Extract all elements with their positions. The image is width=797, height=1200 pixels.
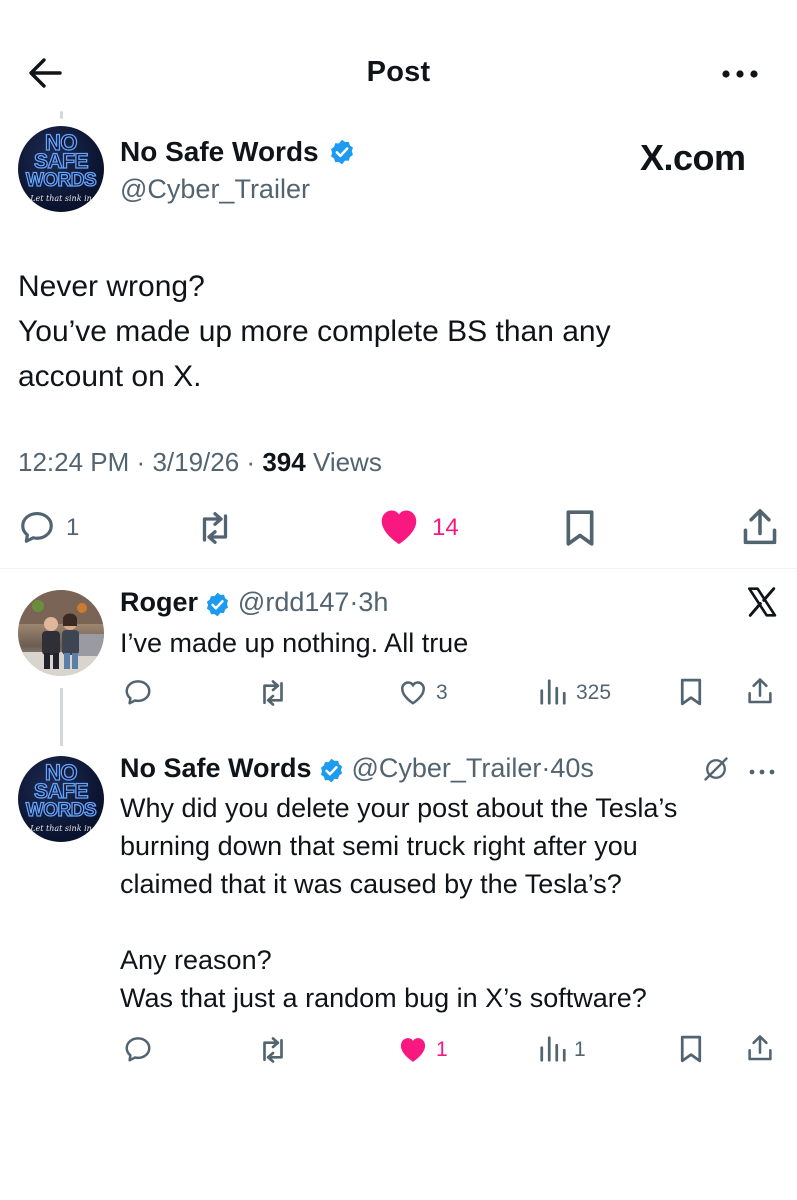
reply-button[interactable] xyxy=(18,508,56,551)
like-count: 1 xyxy=(436,1038,448,1061)
repost-icon xyxy=(263,680,283,706)
like-count: 14 xyxy=(432,514,459,541)
verified-badge-icon xyxy=(207,592,229,617)
bookmark-icon xyxy=(680,678,702,706)
grok-button[interactable] xyxy=(702,755,730,788)
display-name[interactable]: No Safe Words xyxy=(120,753,312,783)
share-button[interactable] xyxy=(746,676,774,711)
avatar-photo xyxy=(18,590,104,676)
like-button[interactable] xyxy=(377,506,421,551)
reply-text-line xyxy=(120,903,780,941)
thread-connector-top xyxy=(60,111,63,119)
views-label: Views xyxy=(312,447,382,477)
x-logo-icon xyxy=(746,585,778,624)
views-count: 1 xyxy=(574,1038,586,1061)
share-icon xyxy=(748,1035,772,1061)
post-text-line: Never wrong? xyxy=(18,270,205,303)
heart-outline-icon xyxy=(400,681,426,705)
reply-icon xyxy=(125,680,151,705)
bookmark-button[interactable] xyxy=(678,677,704,712)
reply-count: 1 xyxy=(66,514,80,541)
bookmark-icon xyxy=(680,1035,702,1063)
post-time[interactable]: 3h xyxy=(358,587,388,617)
repost-button[interactable] xyxy=(194,510,236,551)
avatar-logo-text: WORDS xyxy=(25,799,97,821)
more-button[interactable] xyxy=(720,66,760,82)
thread-connector xyxy=(60,688,63,746)
verified-badge-icon xyxy=(320,758,343,783)
author-handle[interactable]: @Cyber_Trailer xyxy=(351,753,541,783)
share-icon xyxy=(748,678,772,704)
author-handle[interactable]: @Cyber_Trailer xyxy=(120,174,310,205)
avatar[interactable]: NO SAFE WORDS Let that sink in xyxy=(18,756,104,842)
display-name[interactable]: No Safe Words xyxy=(120,136,319,167)
reply-icon xyxy=(125,1037,151,1062)
avatar-tagline: Let that sink in xyxy=(30,824,92,833)
reply-header: Roger @rdd147·3h xyxy=(120,587,389,617)
post-metadata: 12:24 PM · 3/19/26 · 394 Views xyxy=(18,447,382,477)
repost-icon xyxy=(263,1037,283,1063)
more-button[interactable] xyxy=(748,764,776,782)
reply-text: I’ve made up nothing. All true xyxy=(120,628,469,658)
like-button[interactable] xyxy=(398,678,428,711)
reply-text-line: Any reason? xyxy=(120,945,272,975)
avatar-tagline: Let that sink in xyxy=(30,194,92,203)
avatar[interactable] xyxy=(18,590,104,676)
reply-button[interactable] xyxy=(123,1034,153,1069)
reply-text: Why did you delete your post about the T… xyxy=(120,789,780,1017)
more-horizontal-icon xyxy=(722,70,758,78)
reply-text-line: claimed that it was caused by the Tesla’… xyxy=(120,869,622,899)
display-name[interactable]: Roger xyxy=(120,587,198,617)
reply-icon xyxy=(21,511,53,543)
post-text-line: account on X. xyxy=(18,360,202,393)
reply-header: No Safe Words @Cyber_Trailer·40s xyxy=(120,753,594,783)
author-handle[interactable]: @rdd147 xyxy=(238,587,349,617)
reply-text-line: Was that just a random bug in X’s softwa… xyxy=(120,983,647,1013)
post-text: Never wrong? You’ve made up more complet… xyxy=(18,264,778,399)
like-button[interactable] xyxy=(397,1035,429,1068)
analytics-icon xyxy=(540,679,566,705)
repost-icon xyxy=(202,512,228,544)
views-count: 394 xyxy=(262,447,306,477)
page-title: Post xyxy=(366,56,431,88)
share-icon xyxy=(743,509,777,545)
avatar[interactable]: NO SAFE WORDS Let that sink in xyxy=(18,126,104,212)
post-text-line: You’ve made up more complete BS than any xyxy=(18,315,611,348)
post-date[interactable]: 3/19/26 xyxy=(152,447,239,477)
share-button[interactable] xyxy=(740,506,780,553)
grok-icon xyxy=(704,757,728,781)
reply-button[interactable] xyxy=(123,677,153,712)
heart-filled-icon xyxy=(381,510,417,545)
repost-button[interactable] xyxy=(256,1035,290,1070)
verified-badge-icon xyxy=(331,139,354,164)
x-com-watermark: X.com xyxy=(640,137,746,178)
reply-text-line: burning down that semi truck right after… xyxy=(120,831,638,861)
post-time[interactable]: 40s xyxy=(550,753,594,783)
author-name[interactable]: No Safe Words xyxy=(120,136,356,168)
avatar-logo-text: WORDS xyxy=(25,169,97,191)
bookmark-button[interactable] xyxy=(678,1034,704,1069)
views-button[interactable] xyxy=(538,1035,568,1068)
analytics-icon xyxy=(540,1036,566,1062)
views-count: 325 xyxy=(576,681,612,704)
more-horizontal-icon xyxy=(749,769,775,775)
bookmark-icon xyxy=(566,510,594,546)
post-time[interactable]: 12:24 PM xyxy=(18,447,129,477)
heart-filled-icon xyxy=(400,1038,426,1062)
repost-button[interactable] xyxy=(256,678,290,713)
bookmark-button[interactable] xyxy=(562,508,598,553)
views-button[interactable] xyxy=(538,678,568,711)
share-button[interactable] xyxy=(746,1033,774,1068)
reply-text-line: Why did you delete your post about the T… xyxy=(120,793,678,823)
divider xyxy=(0,568,797,569)
like-count: 3 xyxy=(436,681,448,704)
